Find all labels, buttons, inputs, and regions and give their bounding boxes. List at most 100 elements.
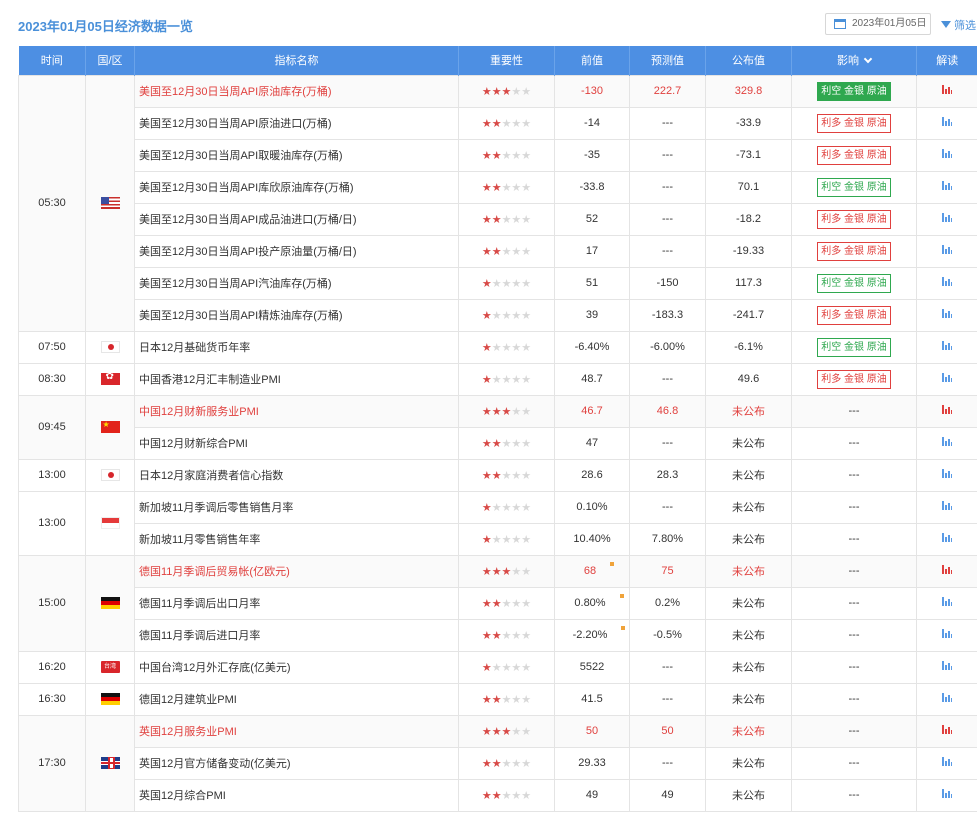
table-row[interactable]: 07:50 日本12月基础货币年率 ★★★★★ -6.40% -6.00% -6.1% 利空… [18, 330, 977, 364]
indicator-name[interactable]: 中国12月财新综合PMI [134, 426, 459, 460]
analysis-cell[interactable] [916, 234, 977, 268]
analysis-cell[interactable] [916, 490, 977, 524]
chart-bars-icon[interactable] [942, 757, 952, 766]
table-row[interactable]: 德国11月季调后出口月率 ★★★★★ 0.80% 0.2% 未公布 --- [19, 586, 977, 620]
analysis-cell[interactable] [916, 586, 977, 620]
table-row[interactable]: 美国至12月30日当周API库欣原油库存(万桶) ★★★★★ -33.8 --- 70.… [19, 170, 977, 204]
chart-bars-icon[interactable] [942, 661, 952, 670]
indicator-name[interactable]: 美国至12月30日当周API库欣原油库存(万桶) [134, 170, 459, 204]
table-row[interactable]: 08:30 中国香港12月汇丰制造业PMI ★★★★★ 48.7 ---49.6 利多 金… [18, 362, 977, 396]
indicator-name[interactable]: 英国12月服务业PMI [134, 714, 459, 748]
indicator-name[interactable]: 中国台湾12月外汇存底(亿美元) [134, 650, 459, 684]
analysis-cell[interactable] [916, 778, 977, 812]
indicator-name[interactable]: 美国至12月30日当周API精炼油库存(万桶) [134, 298, 459, 332]
analysis-cell[interactable] [916, 618, 977, 652]
chart-bars-icon[interactable] [942, 245, 952, 254]
table-row[interactable]: 美国至12月30日当周API成品油进口(万桶/日) ★★★★★ 52 --- -18.2… [19, 202, 977, 236]
table-row[interactable]: 16:30 德国12月建筑业PMI ★★★★★ 41.5 --- 未公布 --- [18, 682, 977, 716]
table-row[interactable]: 美国至12月30日当周API原油进口(万桶) ★★★★★ -14 --- -33.9 利多… [19, 106, 977, 140]
chart-bars-icon[interactable] [942, 85, 952, 94]
chart-bars-icon[interactable] [942, 629, 952, 638]
table-row[interactable]: 英国12月官方储备变动(亿美元) ★★★★★ 29.33 --- 未公布 --- [19, 746, 977, 780]
indicator-name[interactable]: 美国至12月30日当周API取暖油库存(万桶) [134, 138, 459, 172]
analysis-cell[interactable] [916, 202, 977, 236]
indicator-name[interactable]: 美国至12月30日当周API投产原油量(万桶/日) [134, 234, 459, 268]
analysis-cell[interactable] [916, 458, 977, 492]
indicator-name[interactable]: 美国至12月30日当周API原油库存(万桶) [134, 74, 459, 108]
indicator-name[interactable]: 日本12月家庭消费者信心指数 [134, 458, 459, 492]
analysis-cell[interactable] [916, 170, 977, 204]
table-row[interactable]: 美国至12月30日当周API投产原油量(万桶/日) ★★★★★ 17 --- -19.3… [19, 234, 977, 268]
analysis-cell[interactable] [916, 298, 977, 332]
table-row[interactable]: 15:00 德国11月季调后贸易帐(亿欧元) ★★★★★ 68 75 未公布 --- [18, 554, 977, 652]
chart-bars-icon[interactable] [942, 341, 952, 350]
indicator-name[interactable]: 美国至12月30日当周API成品油进口(万桶/日) [134, 202, 459, 236]
chart-bars-icon[interactable] [942, 117, 952, 126]
chart-bars-icon[interactable] [942, 437, 952, 446]
chart-bars-icon[interactable] [942, 149, 952, 158]
chart-bars-icon[interactable] [942, 501, 952, 510]
chart-bars-icon[interactable] [942, 565, 952, 574]
analysis-cell[interactable] [916, 138, 977, 172]
analysis-cell[interactable] [916, 106, 977, 140]
table-row[interactable]: 美国至12月30日当周API汽油库存(万桶) ★★★★★ 51 -150 117.3 利空… [19, 266, 977, 300]
indicator-name[interactable]: 德国11月季调后贸易帐(亿欧元) [134, 554, 459, 588]
analysis-cell[interactable] [916, 362, 977, 396]
indicator-name[interactable]: 英国12月综合PMI [134, 778, 459, 812]
table-row[interactable]: 13:00 新加坡11月季调后零售销售月率 ★★★★★ 0.10% --- 未公布 --- [18, 490, 977, 556]
col-impact[interactable]: 影响 [791, 46, 917, 75]
chart-bars-icon[interactable] [942, 597, 952, 606]
chart-bars-icon[interactable] [942, 469, 952, 478]
analysis-cell[interactable] [916, 426, 977, 460]
table-row[interactable]: 09:45 中国12月财新服务业PMI ★★★★★ 46.7 46.8未公布--- [18, 394, 977, 460]
date-picker[interactable]: 2023年01月05日 [825, 13, 931, 35]
table-row[interactable]: 16:20 台湾 中国台湾12月外汇存底(亿美元) ★★★★★ 5522 --- 未公布 --… [18, 650, 977, 684]
filter-button[interactable]: 筛选 [941, 17, 976, 33]
forecast-value: -183.3 [629, 298, 706, 332]
indicator-name[interactable]: 美国至12月30日当周API汽油库存(万桶) [134, 266, 459, 300]
table-row[interactable]: 17:30 英国12月服务业PMI ★★★★★ 50 50 未公布 --- [18, 714, 977, 812]
analysis-cell[interactable] [916, 330, 977, 364]
chart-bars-icon[interactable] [942, 405, 952, 414]
analysis-cell[interactable] [916, 394, 977, 428]
chart-bars-icon[interactable] [942, 789, 952, 798]
indicator-name[interactable]: 日本12月基础货币年率 [134, 330, 459, 364]
chart-bars-icon[interactable] [942, 309, 952, 318]
table-row[interactable]: 美国至12月30日当周API精炼油库存(万桶) ★★★★★ 39 -183.3 -241… [19, 298, 977, 332]
chart-bars-icon[interactable] [942, 725, 952, 734]
chart-bars-icon[interactable] [942, 213, 952, 222]
analysis-cell[interactable] [916, 650, 977, 684]
indicator-name[interactable]: 德国12月建筑业PMI [134, 682, 459, 716]
analysis-cell[interactable] [916, 746, 977, 780]
analysis-cell[interactable] [916, 266, 977, 300]
chart-bars-icon[interactable] [942, 533, 952, 542]
indicator-name[interactable]: 中国12月财新服务业PMI [134, 394, 459, 428]
table-row[interactable]: 英国12月综合PMI ★★★★★ 49 49 未公布 --- [19, 778, 977, 812]
chart-bars-icon[interactable] [942, 693, 952, 702]
importance-cell: ★★★★★ [458, 458, 555, 492]
analysis-cell[interactable] [916, 714, 977, 748]
chart-bars-icon[interactable] [942, 373, 952, 382]
actual-value: -6.1% [705, 330, 792, 364]
table-row[interactable]: 05:30 美国至12月30日当周API原油库存(万桶) ★★★★★ -130 222.… [18, 74, 977, 332]
table-row[interactable]: 中国12月财新综合PMI ★★★★★ 47 --- 未公布 --- [19, 426, 977, 460]
analysis-cell[interactable] [916, 522, 977, 556]
analysis-cell[interactable] [916, 554, 977, 588]
indicator-name[interactable]: 英国12月官方储备变动(亿美元) [134, 746, 459, 780]
analysis-cell[interactable] [916, 74, 977, 108]
indicator-name[interactable]: 德国11月季调后出口月率 [134, 586, 459, 620]
calendar-icon [834, 19, 846, 29]
indicator-name[interactable]: 新加坡11月季调后零售销售月率 [134, 490, 459, 524]
chart-bars-icon[interactable] [942, 277, 952, 286]
indicator-name[interactable]: 中国香港12月汇丰制造业PMI [134, 362, 459, 396]
analysis-cell[interactable] [916, 682, 977, 716]
indicator-name[interactable]: 德国11月季调后进口月率 [134, 618, 459, 652]
table-row[interactable]: 德国11月季调后进口月率 ★★★★★ -2.20% -0.5% 未公布 --- [19, 618, 977, 652]
indicator-name[interactable]: 新加坡11月零售销售年率 [134, 522, 459, 556]
table-row[interactable]: 新加坡11月零售销售年率 ★★★★★ 10.40% 7.80% 未公布 --- [19, 522, 977, 556]
chart-bars-icon[interactable] [942, 181, 952, 190]
previous-value: 52 [585, 213, 599, 225]
table-row[interactable]: 13:00 日本12月家庭消费者信心指数 ★★★★★ 28.6 28.3 未公布 --- [18, 458, 977, 492]
indicator-name[interactable]: 美国至12月30日当周API原油进口(万桶) [134, 106, 459, 140]
table-row[interactable]: 美国至12月30日当周API取暖油库存(万桶) ★★★★★ -35 --- -73.1 利… [19, 138, 977, 172]
